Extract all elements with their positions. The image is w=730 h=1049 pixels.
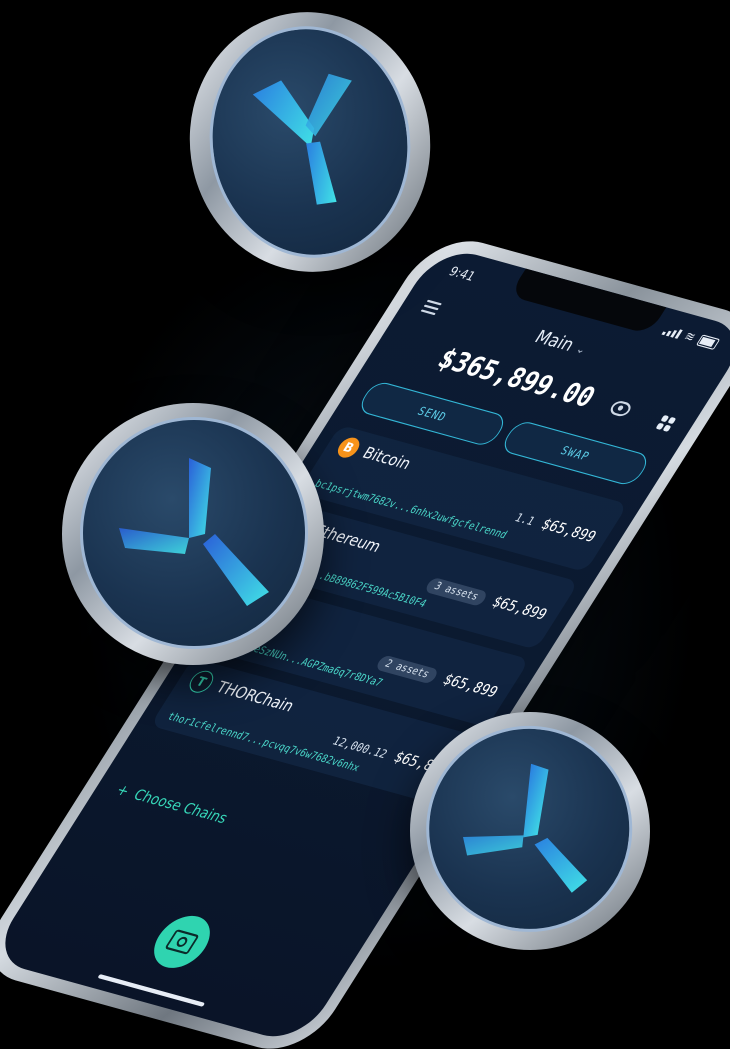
- chain-amount: 1.1: [512, 510, 538, 528]
- status-icons: ≋: [660, 323, 721, 351]
- coin-face: [194, 13, 426, 271]
- chain-name: THORChain: [212, 677, 299, 716]
- plus-icon: +: [112, 781, 133, 801]
- coin-face: [416, 715, 643, 943]
- vault-name: Main: [530, 326, 579, 357]
- camera-button[interactable]: [143, 910, 221, 974]
- choose-chains-link[interactable]: + Choose Chains: [113, 782, 231, 827]
- bitcoin-logo-icon: B: [333, 435, 364, 460]
- top-bar-spacer: [684, 377, 698, 381]
- chevron-down-icon: ⌄: [573, 341, 590, 357]
- signal-icon: [661, 325, 683, 339]
- status-time: 9:41: [446, 263, 479, 284]
- chain-name: Bitcoin: [358, 443, 416, 474]
- wifi-icon: ≋: [681, 328, 699, 345]
- hero-scene: 9:41 ≋ Main ⌄ $365,899.00 SEND SWAP B Bi…: [0, 0, 730, 1049]
- vault-selector[interactable]: Main ⌄: [530, 327, 591, 360]
- coin-logo-icon: [119, 458, 269, 606]
- battery-icon: [696, 333, 721, 350]
- thorchain-logo-icon: T: [185, 668, 218, 696]
- coin-face: [80, 417, 308, 649]
- eye-icon[interactable]: [607, 398, 634, 418]
- camera-icon: [164, 929, 200, 955]
- menu-icon[interactable]: [420, 299, 442, 316]
- home-indicator: [97, 973, 206, 1007]
- coin-middle: [62, 403, 324, 665]
- choose-chains-label: Choose Chains: [130, 786, 231, 828]
- coin-logo-icon: [252, 73, 352, 205]
- coin-logo-icon: [463, 763, 588, 893]
